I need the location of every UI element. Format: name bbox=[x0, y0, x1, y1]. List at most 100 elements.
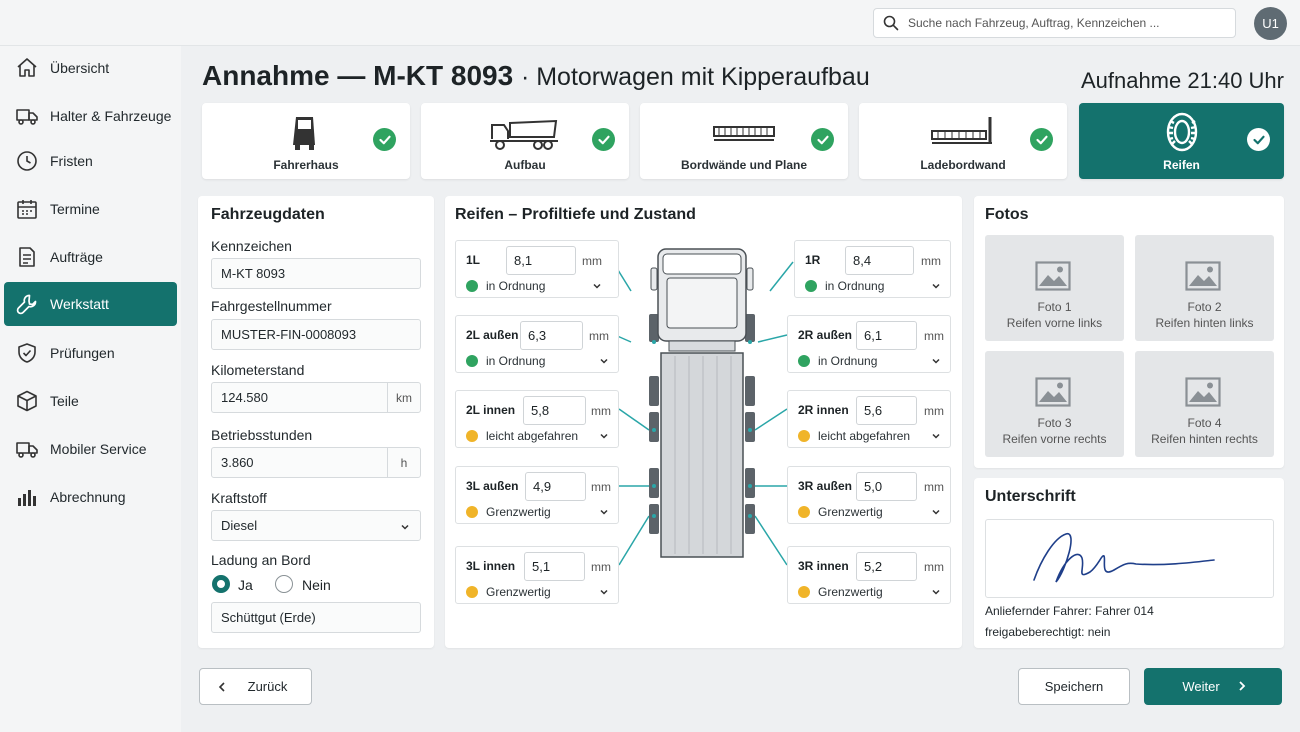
tire-icon bbox=[1166, 112, 1197, 152]
search-box[interactable] bbox=[873, 8, 1236, 38]
search-icon bbox=[883, 15, 899, 31]
tire-status-select[interactable]: Grenzwertig bbox=[466, 585, 551, 599]
hours-label: Betriebsstunden bbox=[211, 427, 313, 443]
tire-depth-input[interactable]: 6,1 bbox=[856, 321, 917, 350]
km-field[interactable]: 124.580 km bbox=[211, 382, 421, 413]
tire-status-select[interactable]: Grenzwertig bbox=[798, 585, 883, 599]
tire-depth-input[interactable]: 5,2 bbox=[856, 552, 917, 581]
tire-box-2l-aussen: 2L außen 6,3 mm in Ordnung bbox=[455, 315, 619, 373]
load-text-value: Schüttgut (Erde) bbox=[221, 610, 316, 625]
status-dot-ok bbox=[466, 355, 478, 367]
chevron-down-icon bbox=[932, 283, 940, 289]
sidebar-item-werkstatt[interactable]: Werkstatt bbox=[4, 282, 177, 326]
km-label: Kilometerstand bbox=[211, 362, 305, 378]
step-reifen[interactable]: Reifen bbox=[1079, 103, 1284, 179]
kennzeichen-field[interactable]: M-KT 8093 bbox=[211, 258, 421, 289]
tire-position-label: 2L innen bbox=[466, 403, 516, 417]
photo-tile-4[interactable]: Foto 4 Reifen hinten rechts bbox=[1135, 351, 1274, 457]
photo-tile-2[interactable]: Foto 2 Reifen hinten links bbox=[1135, 235, 1274, 341]
tire-box-3l-aussen: 3L außen 4,9 mm Grenzwertig bbox=[455, 466, 619, 524]
load-label: Ladung an Bord bbox=[211, 552, 311, 568]
tire-depth-input[interactable]: 8,4 bbox=[845, 246, 914, 275]
fin-field[interactable]: MUSTER-FIN-0008093 bbox=[211, 319, 421, 350]
hours-unit: h bbox=[387, 448, 420, 477]
sidebar-item-label: Abrechnung bbox=[50, 489, 126, 505]
tire-status-select[interactable]: in Ordnung bbox=[466, 279, 545, 293]
sidebar-item-label: Werkstatt bbox=[50, 296, 109, 312]
tire-depth-input[interactable]: 5,0 bbox=[856, 472, 917, 501]
user-avatar[interactable]: U1 bbox=[1254, 7, 1287, 40]
tire-status-select[interactable]: Grenzwertig bbox=[466, 505, 551, 519]
load-no-radio[interactable] bbox=[275, 575, 293, 593]
search-input[interactable] bbox=[908, 16, 1218, 30]
chevron-down-icon bbox=[932, 509, 940, 515]
aufnahme-time: Aufnahme 21:40 Uhr bbox=[1081, 68, 1284, 94]
step-label: Aufbau bbox=[504, 158, 546, 172]
tire-depth-input[interactable]: 5,1 bbox=[524, 552, 585, 581]
sidebar-item-label: Mobiler Service bbox=[50, 441, 147, 457]
tire-position-label: 3R innen bbox=[798, 559, 849, 573]
tire-status-label: in Ordnung bbox=[825, 279, 885, 293]
tire-unit: mm bbox=[924, 480, 944, 494]
driver-info: Anliefernder Fahrer: Fahrer 014 bbox=[985, 604, 1154, 618]
save-button[interactable]: Speichern bbox=[1018, 668, 1130, 705]
step-ladebordwand[interactable]: Ladebordwand bbox=[859, 103, 1067, 179]
check-icon bbox=[1030, 128, 1053, 151]
cab-icon bbox=[293, 117, 315, 150]
tire-depth-input[interactable]: 5,8 bbox=[523, 396, 586, 425]
side-panels-icon bbox=[713, 126, 775, 141]
sidebar-item-teile[interactable]: Teile bbox=[4, 379, 177, 423]
sidebar-item-label: Termine bbox=[50, 201, 100, 217]
step-aufbau[interactable]: Aufbau bbox=[421, 103, 629, 179]
tire-depth-input[interactable]: 4,9 bbox=[525, 472, 586, 501]
step-label: Fahrerhaus bbox=[273, 158, 339, 172]
fuel-value: Diesel bbox=[221, 518, 258, 533]
sidebar-item-abrechnung[interactable]: Abrechnung bbox=[4, 475, 177, 519]
tire-position-label: 1R bbox=[805, 253, 821, 267]
chevron-down-icon bbox=[600, 509, 608, 515]
load-text-field[interactable]: Schüttgut (Erde) bbox=[211, 602, 421, 633]
sidebar-item-mobiler-service[interactable]: Mobiler Service bbox=[4, 427, 177, 471]
tire-unit: mm bbox=[924, 404, 944, 418]
next-button[interactable]: Weiter bbox=[1144, 668, 1282, 705]
photo-tile-1[interactable]: Foto 1 Reifen vorne links bbox=[985, 235, 1124, 341]
tire-status-label: Grenzwertig bbox=[818, 505, 883, 519]
tire-status-select[interactable]: in Ordnung bbox=[798, 354, 877, 368]
page-title-main: Annahme — M-KT 8093 bbox=[202, 60, 514, 91]
sidebar-item-fristen[interactable]: Fristen bbox=[4, 139, 177, 183]
sidebar-item-termine[interactable]: Termine bbox=[4, 187, 177, 231]
photo-tile-3[interactable]: Foto 3 Reifen vorne rechts bbox=[985, 351, 1124, 457]
sidebar-item-uebersicht[interactable]: Übersicht bbox=[4, 46, 177, 90]
document-icon bbox=[19, 247, 35, 267]
tire-status-select[interactable]: in Ordnung bbox=[805, 279, 884, 293]
tire-status-select[interactable]: Grenzwertig bbox=[798, 505, 883, 519]
photo-caption: Reifen vorne rechts bbox=[1002, 432, 1107, 446]
tire-status-select[interactable]: leicht abgefahren bbox=[798, 429, 910, 443]
chevron-left-icon bbox=[218, 682, 225, 692]
tire-depth-input[interactable]: 8,1 bbox=[506, 246, 576, 275]
sidebar-item-pruefungen[interactable]: Prüfungen bbox=[4, 331, 177, 375]
tire-box-3l-innen: 3L innen 5,1 mm Grenzwertig bbox=[455, 546, 619, 604]
step-fahrerhaus[interactable]: Fahrerhaus bbox=[202, 103, 410, 179]
sidebar-item-halter-fahrzeuge[interactable]: Halter & Fahrzeuge bbox=[4, 94, 177, 138]
tire-status-select[interactable]: in Ordnung bbox=[466, 354, 545, 368]
back-button[interactable]: Zurück bbox=[199, 668, 312, 705]
signature-pad[interactable] bbox=[985, 519, 1274, 598]
hours-value: 3.860 bbox=[221, 455, 254, 470]
tire-box-1r: 1R 8,4 mm in Ordnung bbox=[794, 240, 951, 298]
load-yes-radio[interactable] bbox=[212, 575, 230, 593]
tire-depth-input[interactable]: 5,6 bbox=[856, 396, 917, 425]
image-icon bbox=[1035, 261, 1071, 291]
page-title-sub: · Motorwagen mit Kipperaufbau bbox=[520, 63, 870, 91]
fin-value: MUSTER-FIN-0008093 bbox=[221, 327, 357, 342]
clock-icon bbox=[17, 151, 37, 171]
tire-depth-input[interactable]: 6,3 bbox=[520, 321, 583, 350]
sidebar-item-auftraege[interactable]: Aufträge bbox=[4, 235, 177, 279]
hours-field[interactable]: 3.860 h bbox=[211, 447, 421, 478]
fuel-select[interactable]: Diesel bbox=[211, 510, 421, 541]
tire-status-select[interactable]: leicht abgefahren bbox=[466, 429, 578, 443]
tire-box-2r-innen: 2R innen 5,6 mm leicht abgefahren bbox=[787, 390, 951, 448]
status-dot-warn bbox=[466, 430, 478, 442]
step-bordwaende-plane[interactable]: Bordwände und Plane bbox=[640, 103, 848, 179]
chevron-down-icon bbox=[932, 433, 940, 439]
